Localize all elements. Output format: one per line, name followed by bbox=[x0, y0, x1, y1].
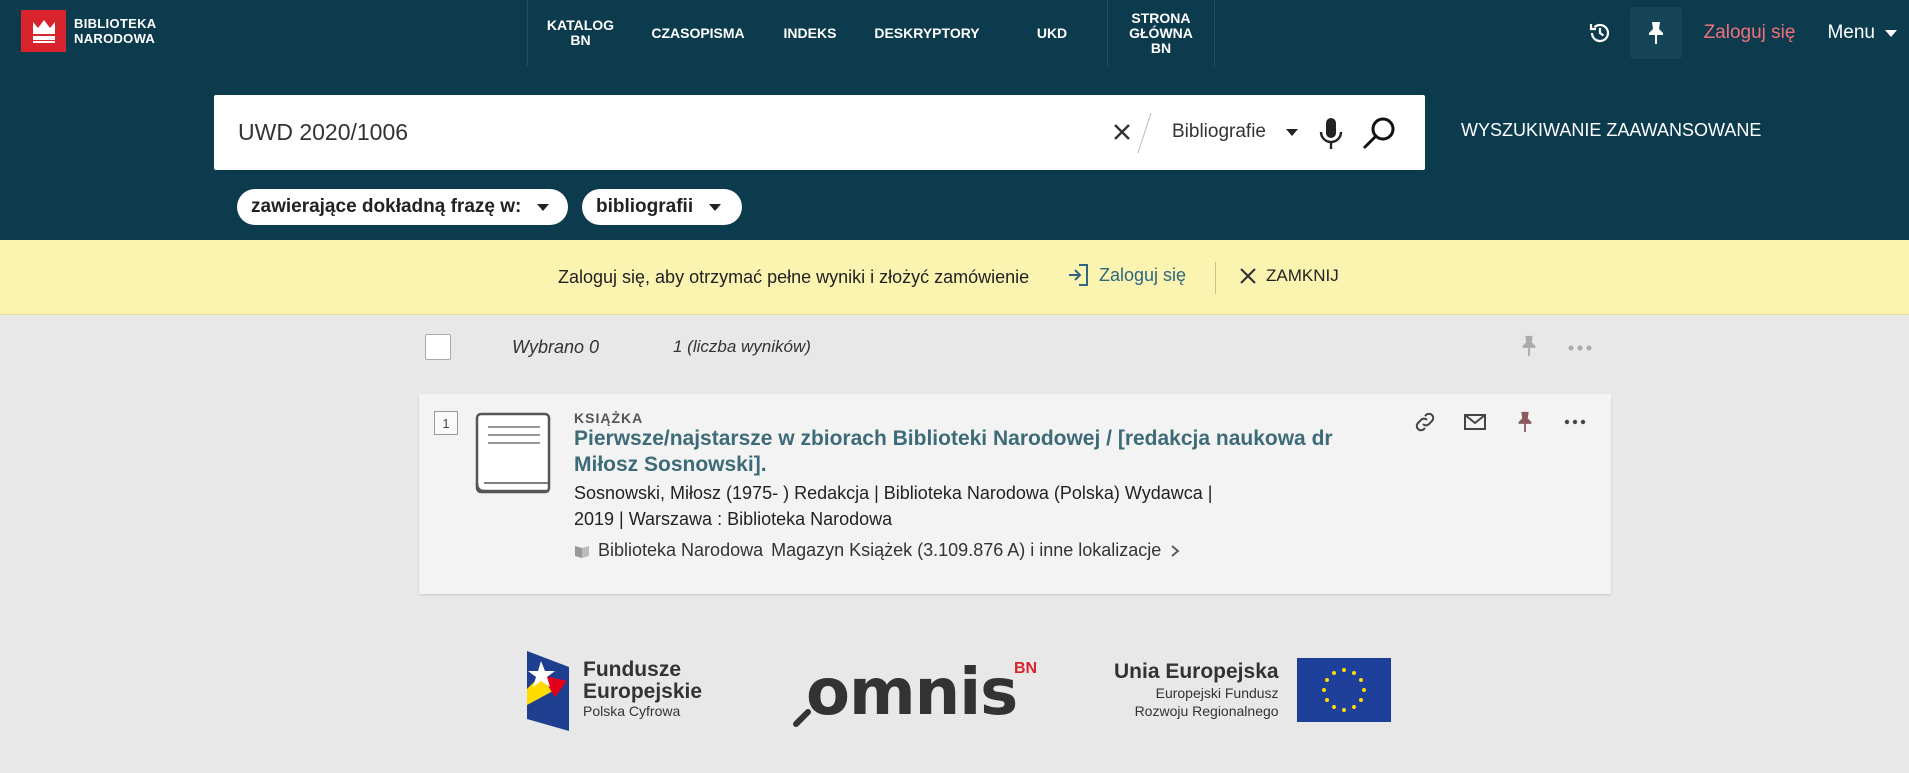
nav-strona-glowna-bn[interactable]: STRONA GŁÓWNA BN bbox=[1107, 0, 1215, 66]
result-location-link[interactable]: Biblioteka Narodowa Magazyn Książek (3.1… bbox=[574, 540, 1181, 561]
nav-ukd[interactable]: UKD bbox=[997, 0, 1107, 66]
more-options-icon[interactable] bbox=[1559, 406, 1591, 438]
logo-line-2: NARODOWA bbox=[74, 31, 156, 46]
top-navigation: BIBLIOTEKA NARODOWA KATALOG BN CZASOPISM… bbox=[0, 0, 1909, 66]
advanced-search-link[interactable]: WYSZUKIWANIE ZAAWANSOWANE bbox=[1461, 120, 1761, 141]
login-link[interactable]: Zaloguj się bbox=[1704, 22, 1796, 44]
fe-line-1: Fundusze bbox=[583, 658, 681, 681]
history-icon[interactable] bbox=[1574, 7, 1626, 59]
result-card: 1 KSIĄŻKA Pierwsze/najstarsze w zbiorach… bbox=[419, 394, 1611, 594]
pin-icon[interactable] bbox=[1518, 333, 1540, 364]
result-location: Magazyn Książek (3.109.876 A) i inne lok… bbox=[771, 540, 1162, 560]
notice-close-label: ZAMKNIJ bbox=[1266, 266, 1339, 285]
select-all-checkbox[interactable] bbox=[425, 334, 451, 360]
search-scope-select[interactable]: Bibliografie bbox=[1172, 121, 1298, 143]
fe-line-3: Polska Cyfrowa bbox=[583, 703, 681, 719]
search-box: UWD 2020/1006 Bibliografie bbox=[214, 95, 1425, 170]
nav-right: Zaloguj się Menu bbox=[1574, 0, 1909, 66]
search-input[interactable]: UWD 2020/1006 bbox=[238, 119, 408, 146]
result-publication: 2019 | Warszawa : Biblioteka Narodowa bbox=[574, 509, 893, 529]
pin-icon[interactable] bbox=[1509, 406, 1541, 438]
nav-deskryptory[interactable]: DESKRYPTORY bbox=[857, 0, 997, 66]
unia-europejska-text: Unia Europejska Europejski Fundusz Rozwo… bbox=[1114, 660, 1279, 720]
result-type: KSIĄŻKA bbox=[574, 410, 644, 426]
search-divider bbox=[1137, 112, 1152, 154]
notice-divider bbox=[1215, 262, 1216, 294]
microphone-icon[interactable] bbox=[1311, 113, 1351, 153]
nav-czasopisma[interactable]: CZASOPISMA bbox=[633, 0, 763, 66]
login-icon bbox=[1069, 264, 1088, 286]
logo-text: BIBLIOTEKA NARODOWA bbox=[74, 16, 156, 46]
ue-line-2: Europejski Fundusz bbox=[1155, 685, 1279, 701]
result-title-link[interactable]: Pierwsze/najstarsze w zbiorach Bibliotek… bbox=[574, 426, 1394, 478]
menu-label: Menu bbox=[1827, 22, 1875, 43]
filter-mode-label: zawierające dokładną frazę w: bbox=[251, 196, 522, 217]
notice-login-label: Zaloguj się bbox=[1099, 264, 1187, 285]
chevron-right-icon bbox=[1171, 544, 1180, 557]
filter-mode-select[interactable]: zawierające dokładną frazę w: bbox=[237, 189, 568, 225]
search-scope-label: Bibliografie bbox=[1172, 121, 1266, 142]
more-options-icon[interactable] bbox=[1566, 340, 1594, 358]
email-icon[interactable] bbox=[1459, 406, 1491, 438]
unia-europejska-logo: Unia Europejska Europejski Fundusz Rozwo… bbox=[1114, 658, 1391, 722]
filter-field-label: bibliografii bbox=[596, 196, 694, 217]
chevron-down-icon bbox=[537, 203, 550, 211]
logo-line-1: BIBLIOTEKA bbox=[74, 16, 157, 31]
main-nav: KATALOG BN CZASOPISMA INDEKS DESKRYPTORY… bbox=[527, 0, 1215, 66]
chevron-down-icon bbox=[1286, 128, 1298, 136]
search-band: UWD 2020/1006 Bibliografie WYSZUKIWANIE … bbox=[0, 66, 1909, 240]
ue-line-1: Unia Europejska bbox=[1114, 660, 1279, 683]
fundusze-europejskie-logo: Fundusze Europejskie Polska Cyfrowa bbox=[525, 647, 702, 731]
link-icon[interactable] bbox=[1409, 406, 1441, 438]
result-details: Sosnowski, Miłosz (1975- ) Redakcja | Bi… bbox=[574, 480, 1294, 532]
chevron-down-icon bbox=[1885, 29, 1897, 37]
ue-line-3: Rozwoju Regionalnego bbox=[1134, 703, 1279, 719]
fe-line-2: Europejskie bbox=[583, 680, 703, 703]
login-notice: Zaloguj się, aby otrzymać pełne wyniki i… bbox=[0, 240, 1909, 315]
open-book-icon bbox=[575, 545, 589, 558]
footer-logos: Fundusze Europejskie Polska Cyfrowa omni… bbox=[0, 640, 1909, 740]
nav-katalog-bn[interactable]: KATALOG BN bbox=[527, 0, 633, 66]
biblioteka-narodowa-logo[interactable]: BIBLIOTEKA NARODOWA bbox=[21, 10, 156, 52]
omnis-bn-superscript: BN bbox=[1014, 660, 1038, 677]
book-icon bbox=[474, 411, 552, 502]
result-authors: Sosnowski, Miłosz (1975- ) Redakcja | Bi… bbox=[574, 483, 1213, 503]
fundusze-europejskie-text: Fundusze Europejskie Polska Cyfrowa bbox=[583, 658, 703, 720]
notice-login-link[interactable]: Zaloguj się bbox=[1067, 262, 1186, 288]
notice-text: Zaloguj się, aby otrzymać pełne wyniki i… bbox=[558, 267, 1030, 287]
fundusze-europejskie-emblem bbox=[527, 651, 569, 731]
result-actions bbox=[1409, 406, 1591, 438]
results-count: 1 (liczba wyników) bbox=[673, 337, 811, 356]
eu-flag-icon bbox=[1296, 658, 1391, 722]
filter-field-select[interactable]: bibliografii bbox=[582, 189, 742, 225]
pin-icon[interactable] bbox=[1629, 7, 1682, 59]
omnis-wordmark: omnis bbox=[806, 656, 1018, 730]
search-icon[interactable] bbox=[1358, 113, 1400, 155]
result-library: Biblioteka Narodowa bbox=[598, 540, 764, 560]
notice-close-button[interactable]: ZAMKNIJ bbox=[1238, 266, 1339, 286]
crown-icon bbox=[21, 10, 66, 52]
clear-icon[interactable] bbox=[1107, 117, 1137, 147]
selected-count: Wybrano 0 bbox=[512, 337, 600, 357]
omnis-logo: omnis BN bbox=[792, 646, 1042, 736]
nav-indeks[interactable]: INDEKS bbox=[763, 0, 857, 66]
result-number: 1 bbox=[434, 411, 458, 435]
chevron-down-icon bbox=[709, 203, 722, 211]
close-icon bbox=[1240, 268, 1256, 284]
menu-button[interactable]: Menu bbox=[1827, 22, 1897, 44]
